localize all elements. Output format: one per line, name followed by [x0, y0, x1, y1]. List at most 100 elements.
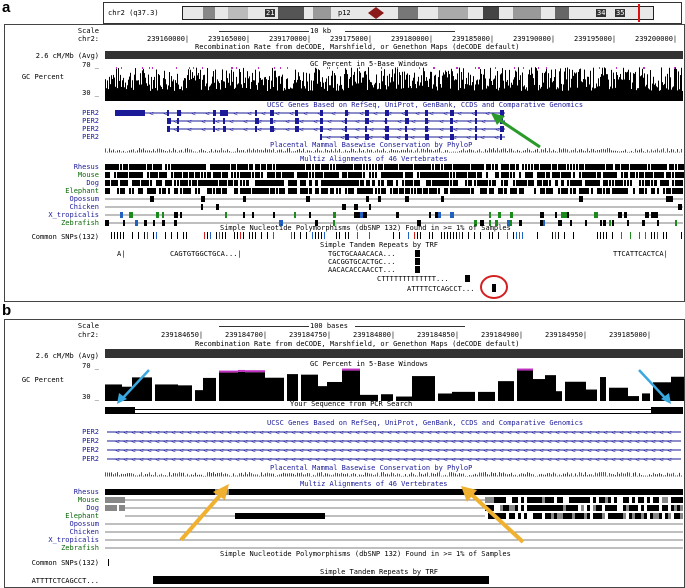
gene-label-per2[interactable]: PER2	[82, 455, 99, 463]
repeat-item[interactable]: CTTTTTTTTTTTTT...	[377, 275, 449, 283]
gc-label[interactable]: GC Percent	[22, 73, 64, 81]
gene-label-per2[interactable]: PER2	[82, 125, 99, 133]
conservation-track[interactable]	[105, 147, 683, 153]
gene-label-per2[interactable]: PER2	[82, 428, 99, 436]
svg-text:<: <	[327, 127, 332, 134]
exon	[385, 110, 389, 116]
cyan-arrow-right	[638, 369, 671, 404]
recomb-track-title[interactable]: Recombination Rate from deCODE, Marshfie…	[195, 43, 520, 51]
recomb-track-title[interactable]: Recombination Rate from deCODE, Marshfie…	[195, 340, 520, 348]
gene-label-per2[interactable]: PER2	[82, 117, 99, 125]
exon	[320, 118, 323, 124]
repeats-track-title[interactable]: Simple Tandem Repeats by TRF	[320, 241, 438, 249]
repeat-bar[interactable]	[153, 576, 489, 584]
svg-text:<: <	[483, 457, 488, 464]
svg-text:<: <	[179, 439, 184, 446]
svg-text:<: <	[459, 448, 464, 455]
gc-percent-histogram[interactable]	[105, 367, 684, 403]
svg-text:<: <	[327, 119, 332, 126]
multiz-alignments[interactable]	[105, 163, 684, 227]
svg-text:<: <	[139, 457, 144, 464]
exon	[177, 118, 179, 124]
exon	[177, 110, 181, 116]
svg-text:<: <	[187, 430, 192, 437]
snp-label[interactable]: Common SNPs(132)	[32, 233, 99, 241]
repeat-item[interactable]: A|	[117, 250, 125, 258]
exon	[213, 110, 216, 116]
genes-track-title[interactable]: UCSC Genes Based on RefSeq, UniProt, Gen…	[267, 101, 583, 109]
svg-text:<: <	[363, 457, 368, 464]
position-ruler[interactable]: 239184650| 239184700| 239184750| 2391848…	[105, 331, 683, 340]
svg-text:<: <	[419, 439, 424, 446]
svg-text:<: <	[427, 430, 432, 437]
multiz-track-title[interactable]: Multiz Alignments of 46 Vertebrates	[300, 480, 448, 488]
conservation-track[interactable]	[105, 471, 683, 477]
svg-text:<: <	[667, 430, 672, 437]
chromosome-ideogram[interactable]: chr2 (q37.3) 21 p12 34 35	[103, 2, 682, 24]
svg-text:<: <	[191, 111, 196, 118]
snp-track-title[interactable]: Simple Nucleotide Polymorphisms (dbSNP 1…	[220, 224, 511, 232]
svg-text:<: <	[443, 448, 448, 455]
svg-text:<: <	[299, 457, 304, 464]
svg-text:<: <	[611, 430, 616, 437]
svg-text:<: <	[547, 448, 552, 455]
recomb-track[interactable]	[105, 349, 683, 358]
scale-label: Scale	[77, 27, 99, 35]
svg-text:<: <	[303, 111, 308, 118]
recomb-label[interactable]: 2.6 cM/Mb (Avg)	[36, 52, 99, 60]
svg-text:<: <	[139, 439, 144, 446]
position-tick: 239165000|	[208, 35, 251, 43]
gene-label-per2[interactable]: PER2	[82, 109, 99, 117]
exon	[345, 110, 348, 116]
svg-text:<: <	[579, 457, 584, 464]
snp-label[interactable]: Common SNPs(132)	[32, 559, 99, 567]
svg-text:<: <	[195, 430, 200, 437]
svg-text:<: <	[507, 430, 512, 437]
repeats-track-title[interactable]: Simple Tandem Repeats by TRF	[320, 568, 438, 576]
gene-label-per2[interactable]: PER2	[82, 446, 99, 454]
recomb-label[interactable]: 2.6 cM/Mb (Avg)	[36, 352, 99, 360]
repeat-item[interactable]: ATTTTCTCAGCCT...	[407, 285, 474, 293]
exon	[425, 134, 429, 140]
svg-text:<: <	[429, 111, 434, 118]
svg-text:<: <	[259, 430, 264, 437]
svg-text:<: <	[387, 457, 392, 464]
svg-text:<: <	[571, 430, 576, 437]
svg-text:<: <	[275, 439, 280, 446]
svg-text:<: <	[403, 457, 408, 464]
svg-text:<: <	[587, 448, 592, 455]
repeat-item[interactable]: AACACACCAACCT...	[328, 266, 395, 274]
svg-text:<: <	[339, 439, 344, 446]
svg-text:<: <	[667, 448, 672, 455]
repeat-item[interactable]: TTCATTCACTCA|	[613, 250, 668, 258]
gene-label-per2[interactable]: PER2	[82, 133, 99, 141]
snp-track[interactable]	[105, 232, 683, 240]
svg-text:<: <	[419, 430, 424, 437]
svg-text:<: <	[547, 439, 552, 446]
position-tick: 239195000|	[574, 35, 617, 43]
gc-label[interactable]: GC Percent	[22, 376, 64, 384]
gene-models[interactable]: <<<<<<<<<<<<<<<<<<<<<<<<<<<<<<<<<<<<<<<<…	[105, 428, 683, 464]
repeat-item[interactable]: CACGGTGCACTGC...	[328, 258, 395, 266]
exon	[177, 126, 179, 132]
gene-models[interactable]: <<<<<<<<<<<<<<<<<<<<<<<<<<<<<<<<<<<<<<<<…	[105, 109, 683, 143]
exon	[345, 134, 349, 140]
species-opossum: Opossum	[69, 195, 99, 203]
repeat-item[interactable]: TGCTGCAAACACA...	[328, 250, 395, 258]
snp-track-title[interactable]: Simple Nucleotide Polymorphisms (dbSNP 1…	[220, 550, 511, 558]
genes-track-title[interactable]: UCSC Genes Based on RefSeq, UniProt, Gen…	[267, 419, 583, 427]
gc-percent-histogram[interactable]	[105, 67, 683, 103]
svg-text:<: <	[259, 439, 264, 446]
svg-text:<: <	[459, 430, 464, 437]
pcr-product-bar[interactable]	[105, 407, 683, 414]
svg-text:<: <	[227, 439, 232, 446]
repeat-label[interactable]: ATTTTCTCAGCCT...	[32, 577, 99, 585]
svg-text:<: <	[155, 457, 160, 464]
species-chicken: Chicken	[69, 203, 99, 211]
recomb-track[interactable]	[105, 51, 683, 59]
svg-text:<: <	[243, 448, 248, 455]
repeat-item[interactable]: CAGTGTGGCTGCA...|	[170, 250, 242, 258]
snp-mark[interactable]	[108, 559, 109, 566]
multiz-track-title[interactable]: Multiz Alignments of 46 Vertebrates	[300, 155, 448, 163]
gene-label-per2[interactable]: PER2	[82, 437, 99, 445]
